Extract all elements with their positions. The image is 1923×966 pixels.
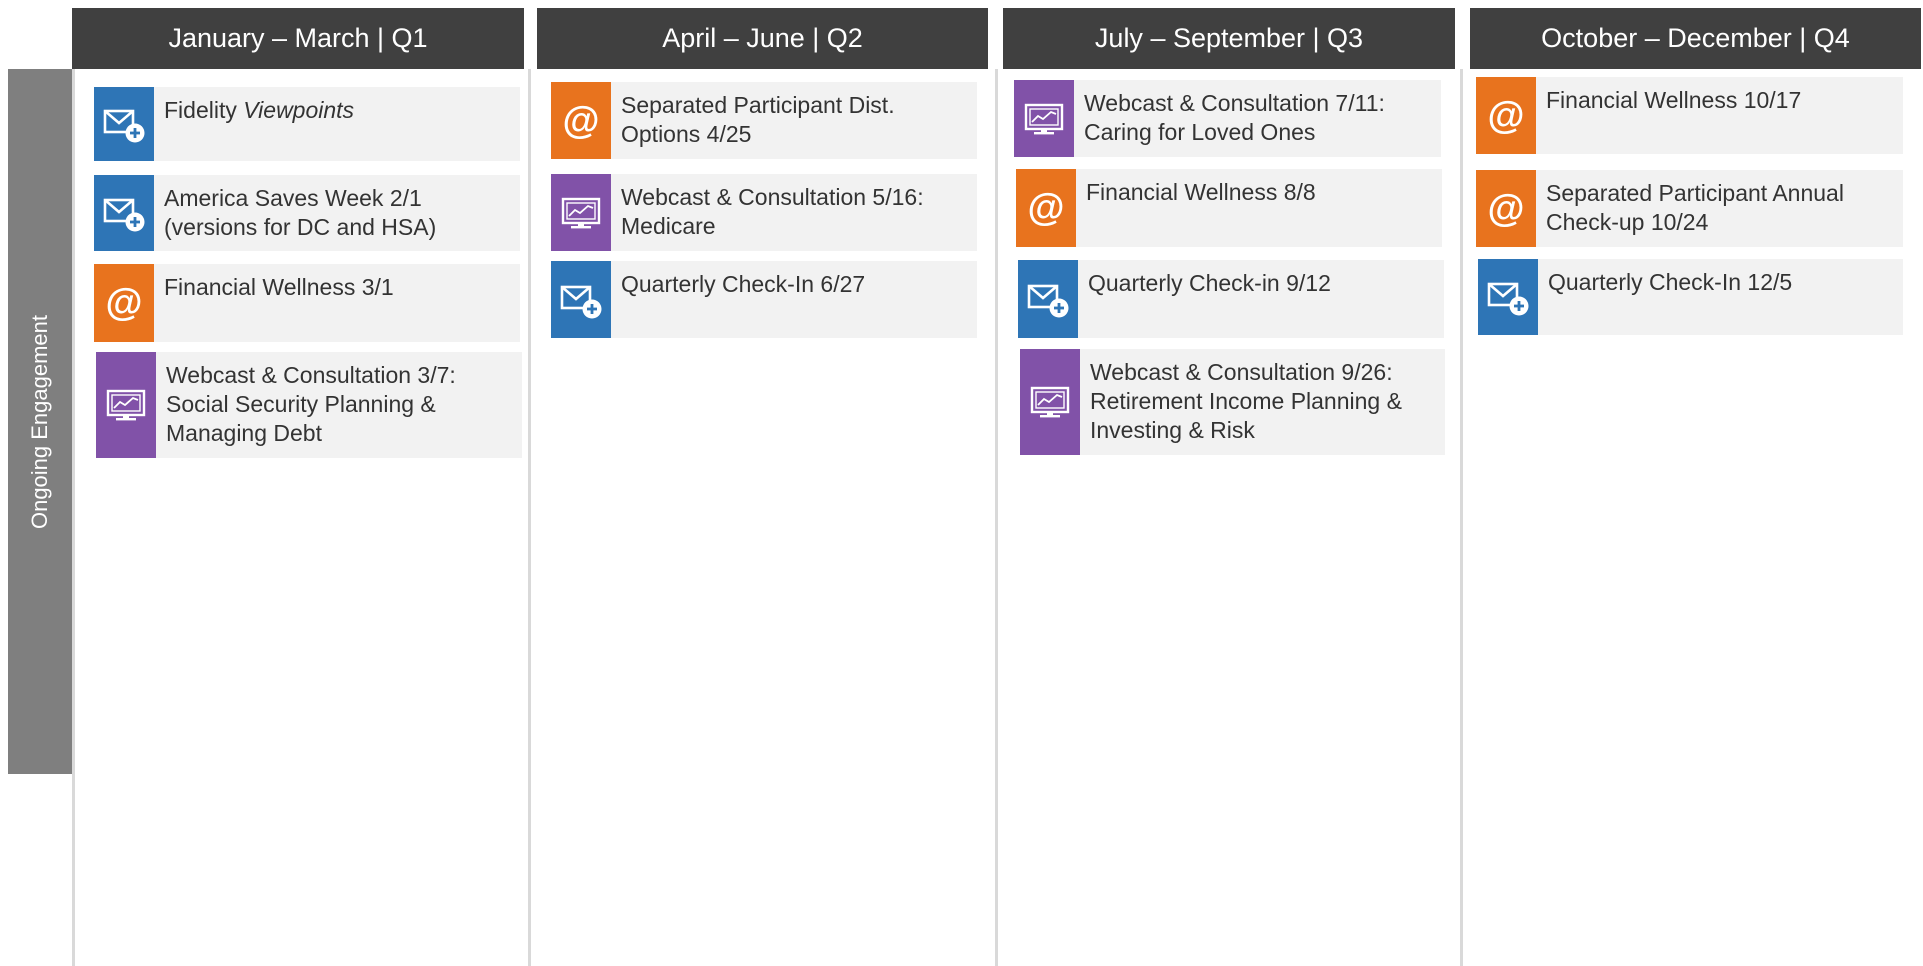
- engagement-title: Financial Wellness 8/8: [1086, 179, 1316, 205]
- engagement-card-text: America Saves Week 2/1 (versions for DC …: [164, 184, 510, 242]
- engagement-card-text: Fidelity Viewpoints: [164, 96, 510, 125]
- column-divider: [72, 69, 75, 966]
- engagement-card-text: Quarterly Check-in 9/12: [1088, 269, 1434, 298]
- email-add-icon: [1018, 260, 1078, 338]
- column-divider: [1460, 69, 1463, 966]
- engagement-card: @ Financial Wellness 10/17: [1476, 77, 1903, 154]
- engagement-card: Webcast & Consultation 7/11: Caring for …: [1014, 80, 1441, 157]
- engagement-card-text: Webcast & Consultation 3/7: Social Secur…: [166, 361, 512, 448]
- engagement-card: Quarterly Check-In 12/5: [1478, 259, 1903, 335]
- email-add-icon: [94, 87, 154, 161]
- engagement-card-text: Webcast & Consultation 9/26: Retirement …: [1090, 358, 1435, 445]
- webcast-monitor-icon: [1020, 349, 1080, 455]
- engagement-card: Webcast & Consultation 5/16: Medicare: [551, 174, 977, 251]
- at-sign-icon: @: [551, 82, 611, 159]
- email-add-icon: [94, 175, 154, 251]
- engagement-title: Separated Participant Annual Check-up 10…: [1546, 180, 1844, 235]
- engagement-card-text: Separated Participant Dist. Options 4/25: [621, 91, 967, 149]
- engagement-title: Fidelity: [164, 97, 244, 123]
- webcast-monitor-icon: [96, 352, 156, 458]
- quarter-header-q2: April – June | Q2: [537, 8, 988, 69]
- engagement-card: @ Separated Participant Dist. Options 4/2…: [551, 82, 977, 159]
- engagement-title: Webcast & Consultation 7/11: Caring for …: [1084, 90, 1385, 145]
- email-add-icon: [1478, 259, 1538, 335]
- quarter-header-q3: July – September | Q3: [1003, 8, 1455, 69]
- engagement-title: Quarterly Check-In 12/5: [1548, 269, 1793, 295]
- engagement-title: Quarterly Check-In 6/27: [621, 271, 866, 297]
- at-sign-icon: @: [1476, 77, 1536, 154]
- column-divider: [995, 69, 998, 966]
- email-add-icon: [551, 261, 611, 338]
- engagement-card: @ Financial Wellness 8/8: [1016, 169, 1442, 247]
- engagement-card-text: Financial Wellness 8/8: [1086, 178, 1432, 207]
- engagement-card-text: Webcast & Consultation 5/16: Medicare: [621, 183, 967, 241]
- engagement-card-text: Quarterly Check-In 12/5: [1548, 268, 1893, 297]
- engagement-title: America Saves Week 2/1 (versions for DC …: [164, 185, 437, 240]
- engagement-title-emphasis: Viewpoints: [243, 97, 355, 123]
- engagement-title: Financial Wellness 10/17: [1546, 87, 1802, 113]
- at-sign-icon: @: [94, 264, 154, 342]
- engagement-card: Webcast & Consultation 9/26: Retirement …: [1020, 349, 1445, 455]
- engagement-card: Fidelity Viewpoints: [94, 87, 520, 161]
- engagement-card: Webcast & Consultation 3/7: Social Secur…: [96, 352, 522, 458]
- quarter-header-q1: January – March | Q1: [72, 8, 524, 69]
- engagement-title: Separated Participant Dist. Options 4/25: [621, 92, 895, 147]
- ongoing-engagement-band: Ongoing Engagement: [8, 69, 72, 774]
- webcast-monitor-icon: [1014, 80, 1074, 157]
- webcast-monitor-icon: [551, 174, 611, 251]
- quarter-header-q4: October – December | Q4: [1470, 8, 1921, 69]
- engagement-card: @ Financial Wellness 3/1: [94, 264, 520, 342]
- engagement-card: America Saves Week 2/1 (versions for DC …: [94, 175, 520, 251]
- engagement-card-text: Financial Wellness 10/17: [1546, 86, 1893, 115]
- engagement-title: Webcast & Consultation 5/16: Medicare: [621, 184, 924, 239]
- ongoing-engagement-label: Ongoing Engagement: [27, 314, 52, 529]
- at-sign-icon: @: [1476, 170, 1536, 247]
- engagement-title: Quarterly Check-in 9/12: [1088, 270, 1331, 296]
- engagement-title: Webcast & Consultation 9/26: Retirement …: [1090, 359, 1402, 443]
- engagement-title: Financial Wellness 3/1: [164, 274, 394, 300]
- engagement-card-text: Webcast & Consultation 7/11: Caring for …: [1084, 89, 1431, 147]
- column-divider: [528, 69, 531, 966]
- at-sign-icon: @: [1016, 169, 1076, 247]
- engagement-card-text: Quarterly Check-In 6/27: [621, 270, 967, 299]
- engagement-card: Quarterly Check-In 6/27: [551, 261, 977, 338]
- engagement-card-text: Separated Participant Annual Check-up 10…: [1546, 179, 1893, 237]
- engagement-card-text: Financial Wellness 3/1: [164, 273, 510, 302]
- engagement-title: Webcast & Consultation 3/7: Social Secur…: [166, 362, 456, 446]
- engagement-card: @ Separated Participant Annual Check-up 1…: [1476, 170, 1903, 247]
- engagement-card: Quarterly Check-in 9/12: [1018, 260, 1444, 338]
